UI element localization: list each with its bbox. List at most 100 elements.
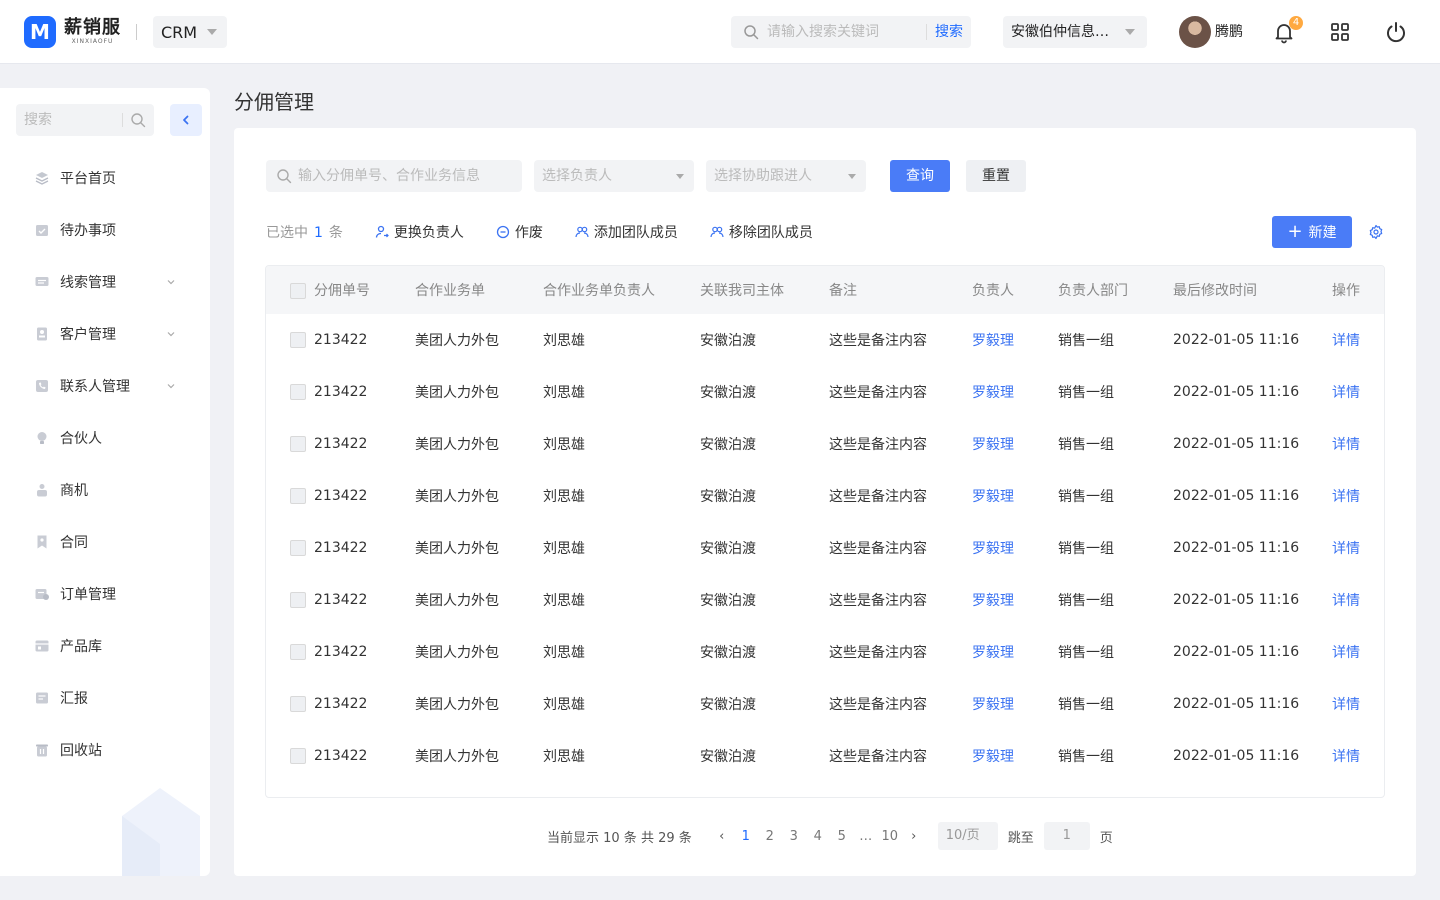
sidebar-item-home[interactable]: 平台首页	[0, 152, 210, 204]
page-button[interactable]: 10	[878, 829, 902, 844]
row-checkbox[interactable]	[290, 592, 306, 608]
table-row[interactable]: 213422 美团人力外包 刘思雄 安徽泊渡 这些是备注内容 罗毅理 销售一组 2022-01…	[266, 626, 1384, 678]
owner-link[interactable]: 罗毅理	[972, 749, 1014, 765]
table-cell: 销售一组	[1058, 470, 1173, 522]
table-row[interactable]: 213422 美团人力外包 刘思雄 安徽泊渡 这些是备注内容 罗毅理 销售一组 2022-01…	[266, 366, 1384, 418]
table-cell: 2022-01-05 11:16	[1173, 574, 1332, 626]
detail-link[interactable]: 详情	[1332, 645, 1360, 661]
page-button[interactable]: 4	[806, 829, 830, 844]
app-logo[interactable]: M	[24, 16, 56, 48]
next-page-icon[interactable]: ›	[902, 829, 926, 844]
row-checkbox[interactable]	[290, 696, 306, 712]
table-row[interactable]: 213422 美团人力外包 刘思雄 安徽泊渡 这些是备注内容 罗毅理 销售一组 2022-01…	[266, 678, 1384, 730]
query-button[interactable]: 查询	[890, 160, 950, 192]
global-search-button[interactable]: 搜索	[935, 16, 963, 48]
change-owner-button[interactable]: 更换负责人	[375, 222, 464, 242]
owner-link[interactable]: 罗毅理	[972, 385, 1014, 401]
row-checkbox[interactable]	[290, 540, 306, 556]
row-checkbox[interactable]	[290, 748, 306, 764]
keyword-filter-input[interactable]	[298, 160, 508, 192]
sidebar-item-products[interactable]: 产品库	[0, 620, 210, 672]
sidebar-search-input[interactable]	[24, 104, 120, 136]
sidebar-item-opportunities[interactable]: 商机	[0, 464, 210, 516]
add-member-button[interactable]: 添加团队成员	[575, 222, 678, 242]
owner-link[interactable]: 罗毅理	[972, 541, 1014, 557]
assistant-select[interactable]: 选择协助跟进人	[706, 160, 866, 192]
prev-page-icon[interactable]: ‹	[710, 829, 734, 844]
row-checkbox[interactable]	[290, 436, 306, 452]
opportunity-icon	[37, 484, 47, 497]
page-button[interactable]: 1	[734, 829, 758, 844]
detail-link[interactable]: 详情	[1332, 333, 1360, 349]
sidebar-item-label: 商机	[60, 483, 88, 499]
sidebar-item-todo[interactable]: 待办事项	[0, 204, 210, 256]
page-button[interactable]: 5	[830, 829, 854, 844]
table-row[interactable]: 213422 美团人力外包 刘思雄 安徽泊渡 这些是备注内容 罗毅理 销售一组 2022-01…	[266, 470, 1384, 522]
detail-link[interactable]: 详情	[1332, 437, 1360, 453]
row-checkbox[interactable]	[290, 384, 306, 400]
sidebar-item-partners[interactable]: 合伙人	[0, 412, 210, 464]
sidebar-item-contacts[interactable]: 联系人管理	[0, 360, 210, 412]
new-button[interactable]: + 新建	[1272, 216, 1352, 248]
table-row[interactable]: 213422 美团人力外包 刘思雄 安徽泊渡 这些是备注内容 罗毅理 销售一组 2022-01…	[266, 418, 1384, 470]
sidebar: 平台首页 待办事项 线索管理 客户管理 联系人管理 合伙人 商机	[0, 88, 210, 876]
table-cell: 详情	[1332, 522, 1384, 574]
row-checkbox[interactable]	[290, 332, 306, 348]
company-select-value: 安徽伯仲信息科技有限公司	[1011, 24, 1115, 40]
user-avatar[interactable]	[1179, 16, 1211, 48]
remove-member-button[interactable]: 移除团队成员	[710, 222, 813, 242]
sidebar-collapse-button[interactable]	[170, 104, 202, 136]
apps-grid-icon[interactable]	[1330, 22, 1350, 42]
page-button[interactable]: 2	[758, 829, 782, 844]
void-button[interactable]: 作废	[496, 222, 543, 242]
sidebar-item-label: 合伙人	[60, 431, 102, 447]
table-cell: 详情	[1332, 574, 1384, 626]
detail-link[interactable]: 详情	[1332, 385, 1360, 401]
global-search-input[interactable]	[767, 16, 917, 48]
detail-link[interactable]: 详情	[1332, 593, 1360, 609]
owner-link[interactable]: 罗毅理	[972, 645, 1014, 661]
row-checkbox[interactable]	[290, 488, 306, 504]
page-size-select[interactable]: 10/页	[937, 822, 998, 850]
owner-select-placeholder: 选择负责人	[542, 168, 612, 184]
sidebar-item-contracts[interactable]: 合同	[0, 516, 210, 568]
owner-link[interactable]: 罗毅理	[972, 697, 1014, 713]
row-checkbox[interactable]	[290, 644, 306, 660]
owner-link[interactable]: 罗毅理	[972, 437, 1014, 453]
module-select[interactable]: CRM	[153, 16, 227, 48]
gear-icon[interactable]	[1368, 224, 1384, 240]
table-row[interactable]: 213422 美团人力外包 刘思雄 安徽泊渡 这些是备注内容 罗毅理 销售一组 2022-01…	[266, 314, 1384, 366]
reset-button[interactable]: 重置	[966, 160, 1026, 192]
remark-cell: 这些是备注内容	[829, 541, 927, 557]
jump-input[interactable]: 1	[1043, 822, 1090, 850]
sidebar-item-reports[interactable]: 汇报	[0, 672, 210, 724]
search-icon[interactable]	[130, 112, 146, 128]
sidebar-item-customers[interactable]: 客户管理	[0, 308, 210, 360]
detail-link[interactable]: 详情	[1332, 697, 1360, 713]
owner-link[interactable]: 罗毅理	[972, 593, 1014, 609]
select-all-checkbox[interactable]	[290, 283, 306, 299]
company-select[interactable]: 安徽伯仲信息科技有限公司	[1003, 16, 1147, 48]
module-select-value: CRM	[161, 22, 198, 42]
sidebar-item-leads[interactable]: 线索管理	[0, 256, 210, 308]
detail-link[interactable]: 详情	[1332, 749, 1360, 765]
table-cell: 详情	[1332, 730, 1384, 782]
owner-link[interactable]: 罗毅理	[972, 489, 1014, 505]
table-row[interactable]: 213422 美团人力外包 刘思雄 安徽泊渡 这些是备注内容 罗毅理 销售一组 2022-01…	[266, 522, 1384, 574]
commission-id-cell: 213422	[314, 696, 368, 712]
table-row[interactable]: 213422 美团人力外包 刘思雄 安徽泊渡 这些是备注内容 罗毅理 销售一组 2022-01…	[266, 730, 1384, 782]
table-cell: 销售一组	[1058, 418, 1173, 470]
table-cell: 213422	[266, 574, 415, 626]
table-row[interactable]: 213422 美团人力外包 刘思雄 安徽泊渡 这些是备注内容 罗毅理 销售一组 2022-01…	[266, 574, 1384, 626]
page-ellipsis[interactable]: …	[854, 829, 878, 844]
new-button-label: 新建	[1308, 225, 1337, 241]
owner-select[interactable]: 选择负责人	[534, 160, 694, 192]
sidebar-item-orders[interactable]: 订单管理	[0, 568, 210, 620]
user-name[interactable]: 腾鹏	[1215, 16, 1243, 48]
power-icon[interactable]	[1384, 20, 1408, 44]
detail-link[interactable]: 详情	[1332, 541, 1360, 557]
owner-link[interactable]: 罗毅理	[972, 333, 1014, 349]
table-cell: 销售一组	[1058, 366, 1173, 418]
page-button[interactable]: 3	[782, 829, 806, 844]
detail-link[interactable]: 详情	[1332, 489, 1360, 505]
